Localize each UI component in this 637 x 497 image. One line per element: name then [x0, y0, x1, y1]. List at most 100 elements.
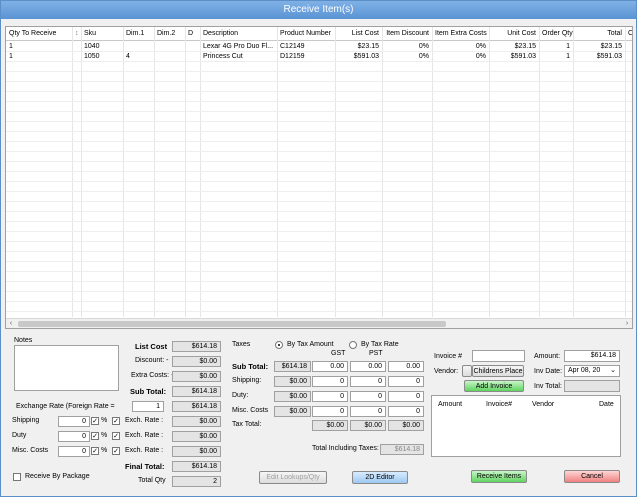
exchange-rate-input[interactable]: 1: [132, 401, 164, 412]
col-dim1[interactable]: Dim.1: [123, 27, 154, 41]
cell-description: Lexar 4G Pro Duo Fl...: [203, 43, 274, 50]
col-item-extra-costs[interactable]: Item Extra Costs: [432, 27, 489, 41]
inv-date-label: Inv Date:: [534, 368, 563, 375]
receive-by-package-label: Receive By Package: [25, 473, 90, 480]
cell-qty[interactable]: 1: [6, 52, 72, 61]
invoice-number-input[interactable]: [472, 350, 525, 362]
duty-label: Duty: [12, 432, 27, 439]
invoice-col-date: Date: [599, 401, 614, 408]
shipping-input[interactable]: 0: [58, 416, 90, 427]
misc-exch-value: $0.00: [172, 446, 221, 457]
by-tax-rate-radio[interactable]: [349, 341, 357, 349]
duty-exch-label: Exch. Rate :: [125, 432, 164, 439]
cell-description: Princess Cut: [203, 53, 243, 60]
cell-order-qty: 1: [566, 53, 570, 60]
by-tax-amount-radio[interactable]: [275, 341, 283, 349]
vendor-field[interactable]: Childrens Place: [472, 365, 524, 377]
notes-label: Notes: [14, 337, 33, 344]
total-incl-taxes-value: $614.18: [380, 444, 424, 455]
col-item-discount[interactable]: Item Discount: [382, 27, 432, 41]
invoice-list[interactable]: Amount Invoice# Vendor Date: [431, 395, 621, 457]
receive-by-package-checkbox[interactable]: [13, 473, 21, 481]
taxes-label: Taxes: [232, 341, 251, 348]
duty-pst-input[interactable]: 0: [350, 391, 386, 402]
list-cost-label: List Cost: [135, 342, 168, 351]
misc-pst-input[interactable]: 0: [350, 406, 386, 417]
misc-pct-checkbox[interactable]: ✓: [91, 447, 99, 455]
scroll-thumb[interactable]: [18, 321, 446, 327]
cell-list-cost: $591.03: [353, 53, 379, 60]
notes-textarea[interactable]: [14, 345, 119, 391]
receive-items-button[interactable]: Receive Items: [471, 470, 527, 483]
cell-item-extra[interactable]: 0%: [432, 42, 489, 51]
col-dim2[interactable]: Dim.2: [154, 27, 185, 41]
cell-total: $23.15: [600, 43, 622, 50]
misc-costs-label: Misc. Costs: [12, 447, 49, 454]
items-grid[interactable]: Qty To Receive ↕ Sku Dim.1 Dim.2 D Descr…: [5, 26, 633, 329]
cancel-button[interactable]: Cancel: [564, 470, 620, 483]
shipping-exch-label: Exch. Rate :: [125, 417, 164, 424]
2d-editor-button[interactable]: 2D Editor: [352, 471, 408, 484]
scroll-left-icon[interactable]: ‹: [6, 319, 16, 328]
duty-input[interactable]: 0: [58, 431, 90, 442]
col-dim3[interactable]: D: [185, 27, 200, 41]
misc-gst-input[interactable]: 0: [312, 406, 348, 417]
col-product-number[interactable]: Product Number: [277, 27, 335, 41]
col-unit-cost[interactable]: Unit Cost: [489, 27, 539, 41]
misc-exch-checkbox[interactable]: ✓: [112, 447, 120, 455]
cell-item-discount[interactable]: 0%: [382, 52, 432, 61]
tax-sub-total-label: Sub Total:: [232, 362, 269, 371]
cell-item-discount[interactable]: 0%: [382, 42, 432, 51]
edit-lookups-button[interactable]: Edit Lookups/Qty: [259, 471, 327, 484]
col-qty-to-receive[interactable]: Qty To Receive: [6, 27, 72, 41]
discount-value: $0.00: [172, 356, 221, 367]
cell-list-cost: $23.15: [357, 43, 379, 50]
inv-date-picker[interactable]: Apr 08, 20 ⌄: [564, 365, 620, 377]
cell-sku: 1050: [84, 53, 100, 60]
extra-costs-value: $0.00: [172, 371, 221, 382]
col-list-cost[interactable]: List Cost: [335, 27, 382, 41]
duty-exch-checkbox[interactable]: ✓: [112, 432, 120, 440]
misc-costs-input[interactable]: 0: [58, 446, 90, 457]
col-sort[interactable]: ↕: [72, 27, 81, 41]
misc-exch-label: Exch. Rate :: [125, 447, 164, 454]
add-invoice-button[interactable]: Add Invoice: [464, 380, 524, 392]
cell-order-qty: 1: [566, 43, 570, 50]
sub-total-label: Sub Total:: [130, 387, 167, 396]
col-cu[interactable]: Cu: [625, 27, 632, 41]
amount-input[interactable]: $614.18: [564, 350, 620, 362]
chevron-down-icon[interactable]: ⌄: [610, 366, 616, 375]
ship-pst-input[interactable]: 0: [350, 376, 386, 387]
cell-item-extra[interactable]: 0%: [432, 52, 489, 61]
shipping-pct-checkbox[interactable]: ✓: [91, 417, 99, 425]
col-total[interactable]: Total: [573, 27, 625, 41]
ship-other-input[interactable]: 0: [388, 376, 424, 387]
shipping-label: Shipping: [12, 417, 40, 424]
cell-dim1: 4: [126, 53, 130, 60]
total-qty-value: 2: [172, 476, 221, 487]
col-order-qty[interactable]: Order Qty: [539, 27, 573, 41]
shipping-exch-checkbox[interactable]: ✓: [112, 417, 120, 425]
scroll-right-icon[interactable]: ›: [622, 319, 632, 328]
duty-gst-input[interactable]: 0: [312, 391, 348, 402]
tax-total-2: $0.00: [350, 420, 386, 431]
sub-pst-input[interactable]: 0.00: [350, 361, 386, 372]
ship-gst-input[interactable]: 0: [312, 376, 348, 387]
sub-gst-input[interactable]: 0.00: [312, 361, 348, 372]
duty-other-input[interactable]: 0: [388, 391, 424, 402]
cell-qty[interactable]: 1: [6, 42, 72, 51]
col-description[interactable]: Description: [200, 27, 277, 41]
pst-header: PST: [369, 350, 383, 357]
invoice-col-amount: Amount: [438, 401, 463, 408]
col-sku[interactable]: Sku: [81, 27, 123, 41]
tax-misc-label: Misc. Costs: [232, 407, 269, 414]
duty-pct-checkbox[interactable]: ✓: [91, 432, 99, 440]
misc-other-input[interactable]: 0: [388, 406, 424, 417]
vendor-lookup-button[interactable]: [462, 365, 472, 377]
tax-total-label: Tax Total:: [232, 421, 262, 428]
sub-other-input[interactable]: 0.00: [388, 361, 424, 372]
horizontal-scrollbar[interactable]: ‹ ›: [6, 318, 632, 328]
inv-date-value: Apr 08, 20: [568, 367, 601, 374]
tax-total-1: $0.00: [312, 420, 348, 431]
total-qty-label: Total Qty: [138, 477, 166, 484]
